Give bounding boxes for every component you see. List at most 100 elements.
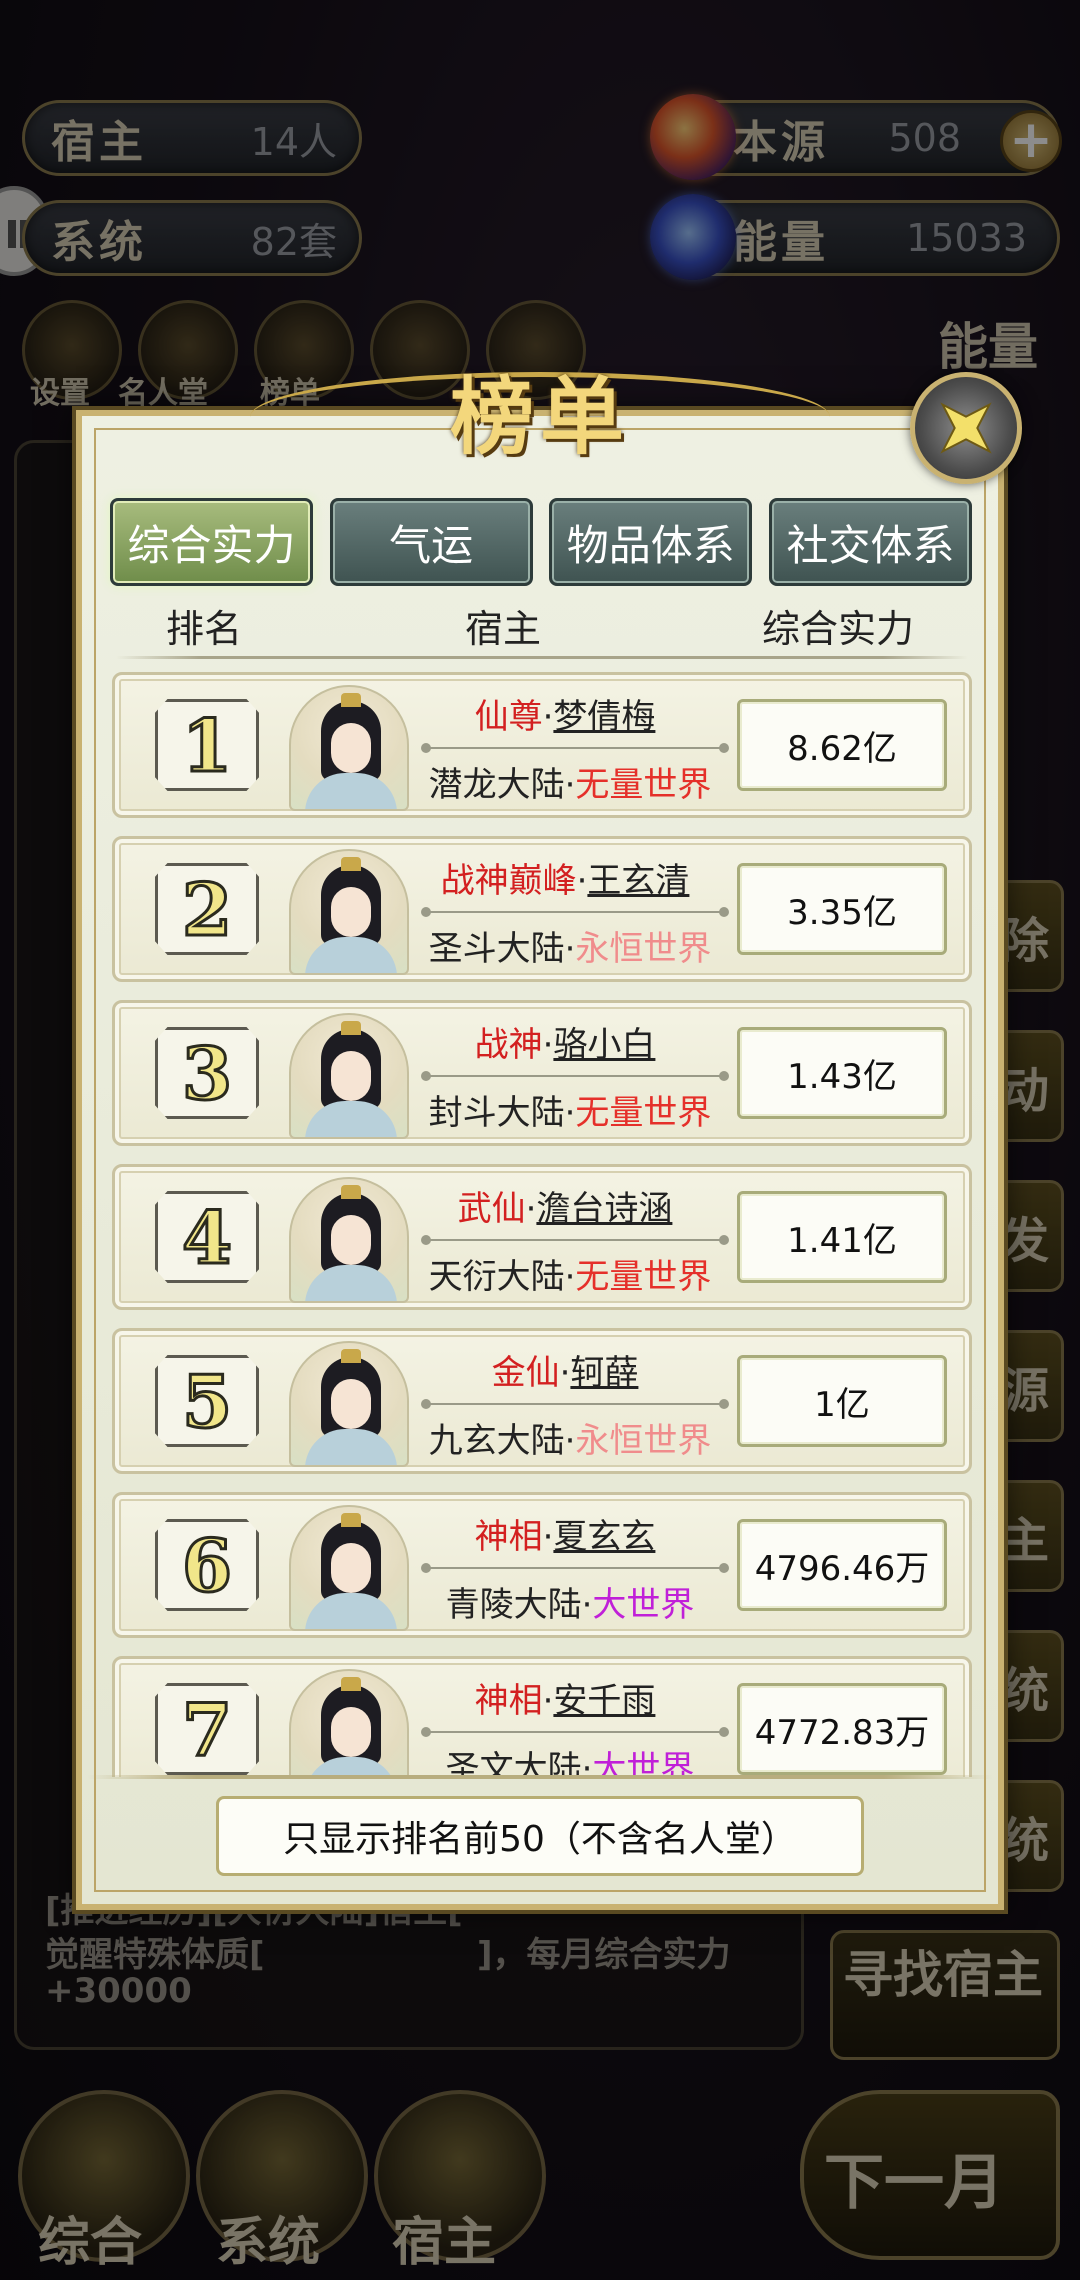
host-title: 神相: [474, 1681, 543, 1721]
row-divider: [421, 1727, 729, 1737]
host-world: 无量世界: [575, 1257, 712, 1297]
world-separator: ·: [564, 1421, 576, 1461]
ranking-row[interactable]: 1 仙尊·梦倩梅 潜龙大陆·无量世界 8.62亿: [112, 672, 972, 818]
name-separator: ·: [542, 697, 554, 737]
power-value: 3.35亿: [737, 863, 947, 955]
host-name-link[interactable]: 骆小白: [553, 1025, 655, 1065]
name-separator: ·: [525, 1189, 537, 1229]
host-world-line: 圣文大陆·大世界: [405, 1741, 735, 1777]
host-avatar: [289, 1177, 409, 1303]
host-name-line: 神相·安千雨: [415, 1673, 715, 1722]
host-continent: 潜龙大陆: [428, 765, 565, 805]
host-name-link[interactable]: 王玄清: [587, 861, 689, 901]
ranking-row[interactable]: 7 神相·安千雨 圣文大陆·大世界 4772.83万: [112, 1656, 972, 1777]
rank-number: 1: [155, 699, 259, 791]
host-name-line: 金仙·轲薛: [415, 1345, 715, 1394]
host-avatar: [289, 685, 409, 811]
host-title: 神相: [474, 1517, 543, 1557]
host-avatar: [289, 1669, 409, 1777]
close-button[interactable]: [910, 372, 1022, 484]
host-name-link[interactable]: 澹台诗涵: [536, 1189, 672, 1229]
host-continent: 九玄大陆: [428, 1421, 565, 1461]
name-separator: ·: [542, 1025, 554, 1065]
host-world-line: 潜龙大陆·无量世界: [405, 757, 735, 806]
host-name-line: 神相·夏玄玄: [415, 1509, 715, 1558]
ranking-tabs: 综合实力 气运 物品体系 社交体系: [110, 498, 972, 586]
host-avatar: [289, 849, 409, 975]
world-separator: ·: [581, 1749, 593, 1777]
host-name-link[interactable]: 安千雨: [553, 1681, 655, 1721]
host-continent: 天衍大陆: [428, 1257, 565, 1297]
power-value: 1.43亿: [737, 1027, 947, 1119]
host-name-link[interactable]: 轲薛: [570, 1353, 638, 1393]
host-title: 战神: [474, 1025, 543, 1065]
host-avatar: [289, 1013, 409, 1139]
footer-note: 只显示排名前50（不含名人堂）: [216, 1796, 864, 1876]
row-divider: [421, 1563, 729, 1573]
power-value: 4796.46万: [737, 1519, 947, 1611]
name-separator: ·: [559, 1353, 571, 1393]
name-separator: ·: [542, 1681, 554, 1721]
host-title: 战神巅峰: [440, 861, 577, 901]
ranking-row[interactable]: 4 武仙·澹台诗涵 天衍大陆·无量世界 1.41亿: [112, 1164, 972, 1310]
footer-divider: [88, 1775, 992, 1779]
rank-number: 4: [155, 1191, 259, 1283]
host-name-line: 仙尊·梦倩梅: [415, 689, 715, 738]
host-title: 武仙: [457, 1189, 526, 1229]
host-avatar: [289, 1341, 409, 1467]
host-continent: 圣斗大陆: [428, 929, 565, 969]
host-title: 金仙: [491, 1353, 560, 1393]
ranking-row[interactable]: 5 金仙·轲薛 九玄大陆·永恒世界 1亿: [112, 1328, 972, 1474]
world-separator: ·: [581, 1585, 593, 1625]
tab-fortune[interactable]: 气运: [329, 498, 533, 586]
host-world: 大世界: [592, 1749, 695, 1777]
header-host: 宿主: [465, 607, 542, 651]
row-divider: [421, 907, 729, 917]
host-name-line: 武仙·澹台诗涵: [415, 1181, 715, 1230]
header-divider: [116, 656, 968, 659]
world-separator: ·: [564, 1257, 576, 1297]
ranking-header: 排名 宿主 综合实力: [110, 598, 972, 658]
ranking-list[interactable]: 1 仙尊·梦倩梅 潜龙大陆·无量世界 8.62亿 2 战神巅峰·王玄清 圣斗大陆…: [108, 672, 978, 1777]
ranking-row[interactable]: 3 战神·骆小白 封斗大陆·无量世界 1.43亿: [112, 1000, 972, 1146]
host-world-line: 天衍大陆·无量世界: [405, 1249, 735, 1298]
host-continent: 封斗大陆: [428, 1093, 565, 1133]
header-power: 综合实力: [762, 607, 915, 651]
rank-number: 6: [155, 1519, 259, 1611]
tab-social-system[interactable]: 社交体系: [768, 498, 972, 586]
rank-number: 7: [155, 1683, 259, 1775]
host-world-line: 圣斗大陆·永恒世界: [405, 921, 735, 970]
ranking-row[interactable]: 6 神相·夏玄玄 青陵大陆·大世界 4796.46万: [112, 1492, 972, 1638]
modal-title: 榜单: [449, 367, 630, 466]
tab-item-system[interactable]: 物品体系: [549, 498, 753, 586]
tab-overall-power[interactable]: 综合实力: [110, 498, 313, 586]
host-world: 永恒世界: [575, 929, 712, 969]
host-continent: 圣文大陆: [445, 1749, 582, 1777]
power-value: 1.41亿: [737, 1191, 947, 1283]
host-avatar: [289, 1505, 409, 1631]
host-title: 仙尊: [474, 697, 543, 737]
rank-number: 2: [155, 863, 259, 955]
power-value: 8.62亿: [737, 699, 947, 791]
host-world-line: 封斗大陆·无量世界: [405, 1085, 735, 1134]
host-name-link[interactable]: 梦倩梅: [553, 697, 655, 737]
host-world: 永恒世界: [575, 1421, 712, 1461]
header-rank: 排名: [166, 607, 243, 651]
rank-number: 5: [155, 1355, 259, 1447]
host-name-link[interactable]: 夏玄玄: [553, 1517, 655, 1557]
host-name-line: 战神巅峰·王玄清: [415, 853, 715, 902]
ranking-row[interactable]: 2 战神巅峰·王玄清 圣斗大陆·永恒世界 3.35亿: [112, 836, 972, 982]
name-separator: ·: [576, 861, 588, 901]
host-name-line: 战神·骆小白: [415, 1017, 715, 1066]
host-world: 大世界: [592, 1585, 695, 1625]
world-separator: ·: [564, 1093, 576, 1133]
host-continent: 青陵大陆: [445, 1585, 582, 1625]
host-world: 无量世界: [575, 765, 712, 805]
close-icon: [940, 402, 992, 454]
world-separator: ·: [564, 765, 576, 805]
row-divider: [421, 743, 729, 753]
power-value: 1亿: [737, 1355, 947, 1447]
row-divider: [421, 1235, 729, 1245]
host-world-line: 青陵大陆·大世界: [405, 1577, 735, 1626]
power-value: 4772.83万: [737, 1683, 947, 1775]
